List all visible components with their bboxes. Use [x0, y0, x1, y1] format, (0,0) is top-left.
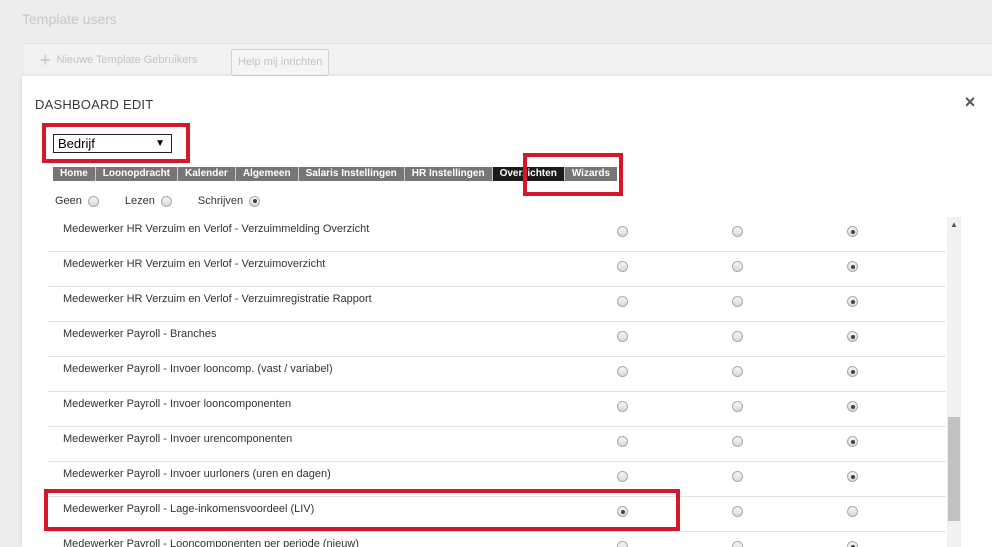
radio-geen[interactable]: [617, 296, 628, 307]
legend-radio[interactable]: [160, 195, 172, 207]
permission-label: Medewerker Payroll - Looncomponenten per…: [63, 538, 359, 547]
permission-label: Medewerker HR Verzuim en Verlof - Verzui…: [63, 293, 372, 305]
list-item: Medewerker HR Verzuim en Verlof - Verzui…: [48, 252, 946, 287]
permission-label: Medewerker Payroll - Invoer uurloners (u…: [63, 468, 331, 480]
radio-lezen[interactable]: [732, 261, 743, 272]
close-icon[interactable]: ×: [961, 93, 979, 111]
radio-geen[interactable]: [617, 226, 628, 237]
radio-lezen[interactable]: [732, 401, 743, 412]
list-item: Medewerker HR Verzuim en Verlof - Verzui…: [48, 217, 946, 252]
radio-lezen[interactable]: [732, 226, 743, 237]
radio-lezen[interactable]: [732, 366, 743, 377]
list-item: Medewerker Payroll - Looncomponenten per…: [48, 532, 946, 547]
list-item: Medewerker Payroll - Invoer uurloners (u…: [48, 462, 946, 497]
permission-label: Medewerker Payroll - Invoer looncomp. (v…: [63, 363, 333, 375]
radio-schrijven[interactable]: [847, 401, 858, 412]
legend-radio[interactable]: [249, 195, 261, 207]
legend-option-geen[interactable]: Geen: [55, 195, 99, 207]
radio-geen[interactable]: [617, 436, 628, 447]
scrollbar-thumb[interactable]: [948, 417, 960, 521]
radio-lezen[interactable]: [732, 471, 743, 482]
scope-select-value: Bedrijf: [58, 136, 95, 151]
tab-algemeen[interactable]: Algemeen: [234, 167, 298, 181]
tab-salaris-instellingen[interactable]: Salaris Instellingen: [297, 167, 404, 181]
list-item: Medewerker Payroll - Lage-inkomensvoorde…: [48, 497, 946, 532]
permission-list: Medewerker HR Verzuim en Verlof - Verzui…: [48, 217, 946, 547]
radio-schrijven[interactable]: [847, 226, 858, 237]
radio-geen[interactable]: [617, 261, 628, 272]
radio-lezen[interactable]: [732, 296, 743, 307]
radio-schrijven[interactable]: [847, 436, 858, 447]
radio-geen[interactable]: [617, 471, 628, 482]
radio-lezen[interactable]: [732, 506, 743, 517]
scrollbar[interactable]: ▲: [947, 217, 961, 547]
tab-kalender[interactable]: Kalender: [177, 167, 235, 181]
radio-schrijven[interactable]: [847, 366, 858, 377]
tab-home[interactable]: Home: [53, 167, 95, 181]
radio-schrijven[interactable]: [847, 261, 858, 272]
plus-icon: +: [40, 49, 51, 70]
permission-label: Medewerker HR Verzuim en Verlof - Verzui…: [63, 223, 370, 235]
radio-geen[interactable]: [617, 331, 628, 342]
new-template-button[interactable]: + Nieuwe Template Gebruikers: [40, 49, 198, 70]
radio-lezen[interactable]: [732, 436, 743, 447]
legend-option-lezen[interactable]: Lezen: [125, 195, 172, 207]
permission-label: Medewerker Payroll - Lage-inkomensvoorde…: [63, 503, 315, 515]
radio-schrijven[interactable]: [847, 506, 858, 517]
list-item: Medewerker Payroll - Invoer looncomp. (v…: [48, 357, 946, 392]
legend-label: Lezen: [124, 195, 155, 207]
radio-geen[interactable]: [617, 541, 628, 547]
scope-select[interactable]: Bedrijf ▼: [53, 134, 172, 153]
permission-label: Medewerker HR Verzuim en Verlof - Verzui…: [63, 258, 326, 270]
tab-bar: Home Loonopdracht Kalender Algemeen Salaris …: [53, 167, 618, 181]
help-button[interactable]: Help mij inrichten: [231, 49, 330, 76]
radio-geen[interactable]: [617, 506, 628, 517]
legend-option-schrijven[interactable]: Schrijven: [197, 195, 261, 207]
legend-radio[interactable]: [87, 195, 99, 207]
permission-label: Medewerker Payroll - Branches: [63, 328, 217, 340]
radio-lezen[interactable]: [732, 541, 743, 547]
legend-label: Geen: [55, 195, 82, 207]
legend-label: Schrijven: [197, 195, 244, 207]
list-item: Medewerker Payroll - Invoer urencomponen…: [48, 427, 946, 462]
permission-label: Medewerker Payroll - Invoer urencomponen…: [63, 433, 293, 445]
radio-schrijven[interactable]: [847, 296, 858, 307]
dashboard-edit-modal: DASHBOARD EDIT × Bedrijf ▼ Home Loonopdra…: [22, 76, 992, 547]
tab-hr-instellingen[interactable]: HR Instellingen: [403, 167, 492, 181]
permission-legend: Geen Lezen Schrijven: [55, 195, 286, 207]
toolbar: + Nieuwe Template Gebruikers Help mij in…: [24, 43, 992, 79]
scroll-up-arrow-icon[interactable]: ▲: [947, 220, 961, 230]
dropdown-arrow-icon: ▼: [155, 138, 165, 149]
list-item: Medewerker Payroll - Invoer looncomponen…: [48, 392, 946, 427]
list-item: Medewerker Payroll - Branches: [48, 322, 946, 357]
tab-loonopdracht[interactable]: Loonopdracht: [94, 167, 177, 181]
tab-overzichten[interactable]: Overzichten: [491, 167, 564, 181]
radio-schrijven[interactable]: [847, 541, 858, 547]
modal-title: DASHBOARD EDIT: [35, 97, 154, 112]
list-item: Medewerker HR Verzuim en Verlof - Verzui…: [48, 287, 946, 322]
radio-geen[interactable]: [617, 401, 628, 412]
new-template-label: Nieuwe Template Gebruikers: [56, 54, 198, 66]
radio-lezen[interactable]: [732, 331, 743, 342]
page-title: Template users: [22, 11, 117, 27]
radio-geen[interactable]: [617, 366, 628, 377]
radio-schrijven[interactable]: [847, 471, 858, 482]
permission-label: Medewerker Payroll - Invoer looncomponen…: [63, 398, 292, 410]
tab-wizards[interactable]: Wizards: [563, 167, 617, 181]
radio-schrijven[interactable]: [847, 331, 858, 342]
